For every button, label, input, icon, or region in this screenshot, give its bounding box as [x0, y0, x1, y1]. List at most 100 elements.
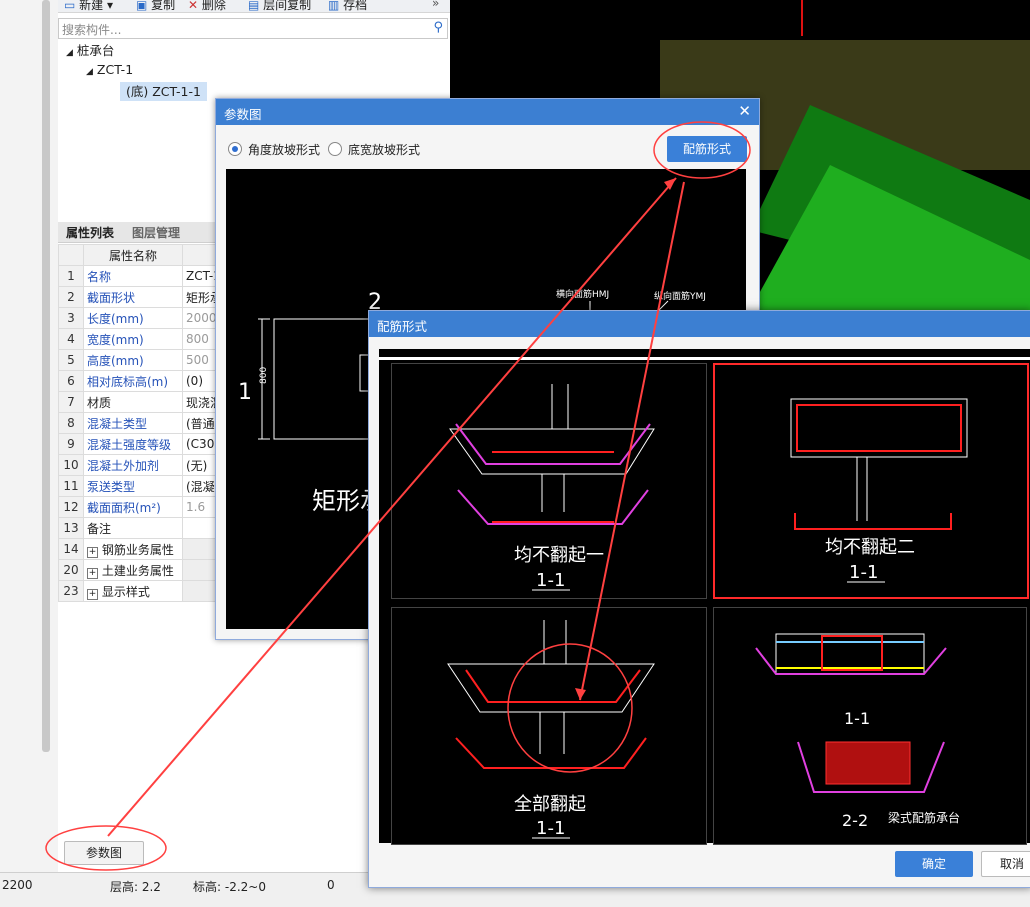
row-num: 4 [58, 328, 84, 350]
thumb-1-title: 均不翻起一 [514, 545, 604, 566]
prop-name: 名称 [83, 265, 183, 287]
left-nav-strip [0, 0, 59, 872]
ymj-label: 纵向面筋YMJ [654, 290, 706, 302]
prop-name: 宽度(mm) [83, 328, 183, 350]
rebar-option-thumb-4[interactable]: 1-1 2-2 梁式配筋承台 [713, 607, 1027, 845]
row-num: 10 [58, 454, 84, 476]
row-num: 11 [58, 475, 84, 497]
row-num: 2 [58, 286, 84, 308]
dim-800-label: 800 [259, 367, 269, 384]
prop-group[interactable]: + 钢筋业务属性 [83, 538, 183, 560]
new-label: 新建 [79, 0, 104, 12]
dialog-titlebar[interactable]: 参数图 ✕ [216, 99, 759, 125]
thumb-2-section: 1-1 [849, 562, 878, 583]
more-icon[interactable]: » [432, 0, 439, 10]
prop-group[interactable]: + 土建业务属性 [83, 559, 183, 581]
status-floor-height: 层高: 2.2 [110, 880, 161, 894]
new-icon: ▭ [64, 0, 76, 12]
row-num: 1 [58, 265, 84, 287]
tree-expand-icon[interactable]: ◢ [86, 67, 93, 77]
copy-button[interactable]: ▣ 复制 [136, 0, 176, 12]
tree-root[interactable]: ◢ 桩承台 [66, 40, 114, 59]
header-num [58, 244, 84, 266]
prop-name: 混凝土类型 [83, 412, 183, 434]
grid-top-border [379, 349, 1030, 360]
thumb-3-section: 1-1 [536, 818, 565, 839]
thumb-2-title: 均不翻起二 [825, 537, 915, 558]
status-zero: 0 [327, 878, 335, 892]
prop-group-label: 土建业务属性 [101, 563, 174, 578]
dialog-titlebar[interactable]: 配筋形式 [369, 311, 1030, 337]
component-search[interactable]: 搜索构件... ⚲ [58, 18, 448, 39]
expand-plus-icon[interactable]: + [87, 567, 98, 579]
row-num: 23 [58, 580, 84, 602]
radio-angle-slope[interactable] [228, 142, 242, 156]
thumb-1-section: 1-1 [536, 570, 565, 591]
prop-name: 材质 [83, 391, 183, 413]
prop-name: 高度(mm) [83, 349, 183, 371]
dialog-title: 参数图 [224, 107, 262, 122]
radio-angle-slope-label: 角度放坡形式 [248, 143, 321, 157]
rebar-form-dialog: 配筋形式 均不翻起一 1-1 均不翻起二 1-1 全部翻起 1-1 1-1 2-… [368, 310, 1030, 888]
prop-name: 相对底标高(m) [83, 370, 183, 392]
save-icon: ▥ [328, 0, 340, 12]
hmj-label: 横向面筋HMJ [556, 288, 609, 300]
section-1-label: 1 [238, 380, 252, 405]
thumb-4-title: 梁式配筋承台 [888, 810, 960, 825]
row-num: 5 [58, 349, 84, 371]
cancel-button[interactable]: 取消 [981, 851, 1030, 877]
status-coord: 2200 [2, 878, 33, 892]
thumb-4-section: 2-2 [842, 811, 868, 830]
floor-copy-button[interactable]: ▤ 层间复制 [248, 0, 311, 12]
new-button[interactable]: ▭ 新建 ▾ [64, 0, 113, 12]
prop-group-label: 显示样式 [101, 584, 150, 599]
rebar-option-3-drawing: 全部翻起 1-1 [447, 620, 655, 839]
rebar-option-2-drawing: 均不翻起二 1-1 [790, 398, 968, 583]
tree-expand-icon[interactable]: ◢ [66, 48, 73, 58]
row-num: 20 [58, 559, 84, 581]
rebar-option-thumb-1[interactable]: 均不翻起一 1-1 [391, 363, 707, 599]
thumb-4-section-top: 1-1 [844, 709, 870, 728]
row-num: 8 [58, 412, 84, 434]
rebar-option-thumb-2[interactable]: 均不翻起二 1-1 [713, 363, 1029, 599]
rebar-option-thumb-3[interactable]: 全部翻起 1-1 [391, 607, 707, 845]
row-num: 14 [58, 538, 84, 560]
rebar-form-button[interactable]: 配筋形式 [667, 136, 747, 162]
copy-label: 复制 [151, 0, 176, 12]
copy-icon: ▣ [136, 0, 148, 12]
delete-button[interactable]: ✕ 删除 [188, 0, 226, 12]
save-button[interactable]: ▥ 存档 [328, 0, 367, 12]
row-num: 3 [58, 307, 84, 329]
row-num: 6 [58, 370, 84, 392]
prop-name: 混凝土强度等级 [83, 433, 183, 455]
row-num: 12 [58, 496, 84, 518]
tree-root-label: 桩承台 [76, 43, 115, 58]
prop-group[interactable]: + 显示样式 [83, 580, 183, 602]
tree-leaf[interactable]: (底) ZCT-1-1 [120, 81, 207, 101]
prop-name: 截面面积(m²) [83, 496, 183, 518]
tree-child[interactable]: ◢ ZCT-1 [86, 62, 133, 77]
floor-copy-icon: ▤ [248, 0, 260, 12]
component-toolbar: ▭ 新建 ▾ ▣ 复制 ✕ 删除 ▤ 层间复制 ▥ 存档 » [58, 0, 450, 13]
expand-plus-icon[interactable]: + [87, 588, 98, 600]
prop-group-label: 钢筋业务属性 [101, 542, 174, 557]
search-icon[interactable]: ⚲ [433, 20, 443, 35]
tab-props[interactable]: 属性列表 [66, 224, 114, 241]
delete-icon: ✕ [188, 0, 199, 12]
left-scrollbar[interactable] [42, 0, 50, 752]
close-icon[interactable]: ✕ [738, 102, 751, 120]
prop-name: 备注 [83, 517, 183, 539]
prop-name: 长度(mm) [83, 307, 183, 329]
radio-bottom-width-slope[interactable] [328, 142, 342, 156]
row-num: 13 [58, 517, 84, 539]
radio-bottom-width-slope-label: 底宽放坡形式 [348, 143, 421, 157]
prop-name: 截面形状 [83, 286, 183, 308]
expand-plus-icon[interactable]: + [87, 546, 98, 558]
search-input[interactable]: 搜索构件... [62, 21, 121, 38]
status-elevation: 标高: -2.2~0 [193, 880, 266, 894]
ok-button[interactable]: 确定 [895, 851, 973, 877]
param-diagram-button[interactable]: 参数图 [64, 841, 144, 865]
prop-name: 混凝土外加剂 [83, 454, 183, 476]
tab-layers[interactable]: 图层管理 [132, 224, 180, 241]
prop-name: 泵送类型 [83, 475, 183, 497]
